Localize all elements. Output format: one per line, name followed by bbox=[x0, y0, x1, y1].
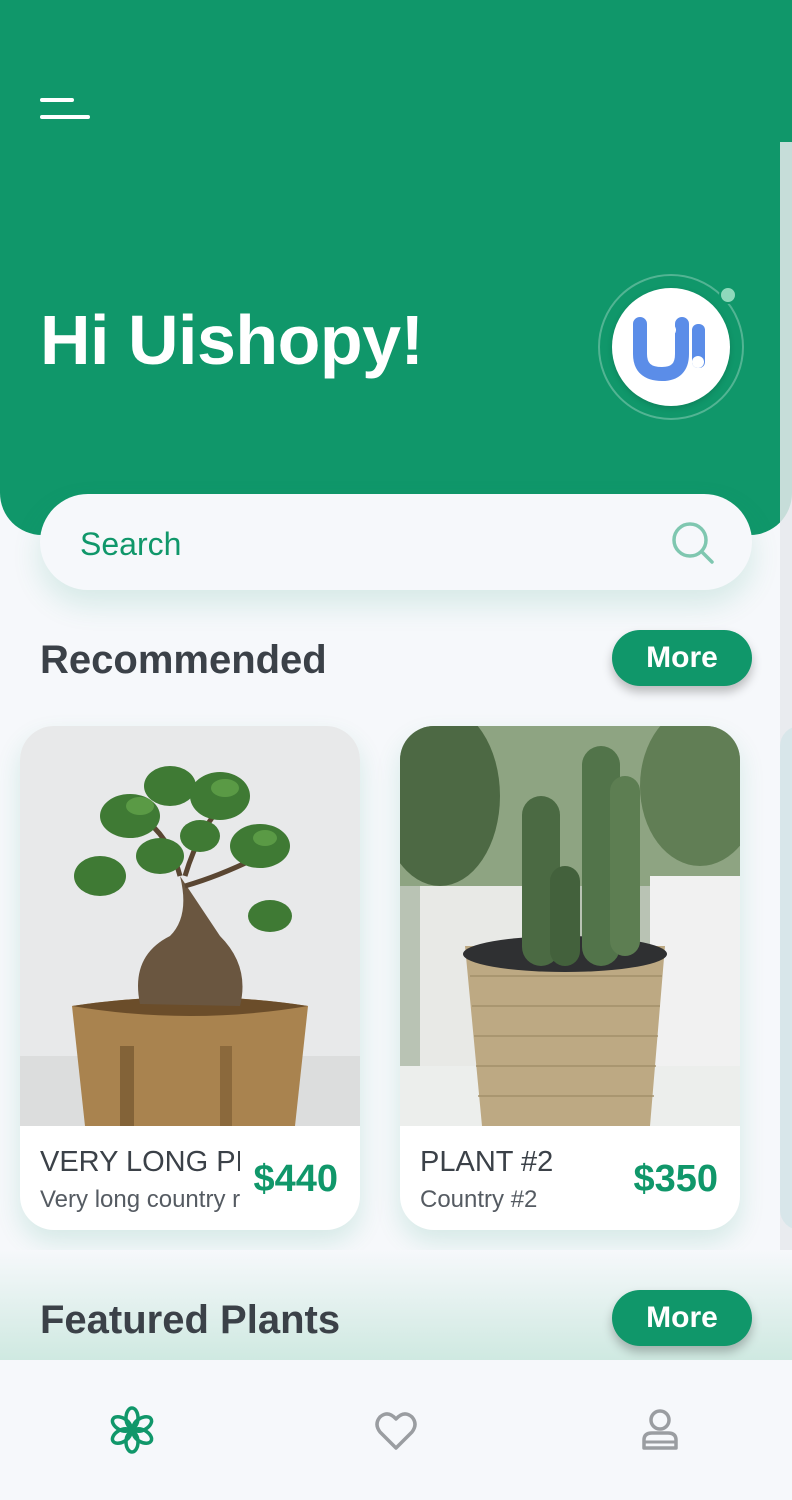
cactus-plant-image bbox=[400, 726, 740, 1126]
hamburger-menu-icon[interactable] bbox=[40, 98, 92, 122]
featured-more-button[interactable]: More bbox=[612, 1290, 752, 1346]
search-input[interactable]: Search bbox=[80, 526, 181, 563]
heart-icon[interactable] bbox=[372, 1406, 420, 1454]
plant-price: $440 bbox=[253, 1158, 338, 1200]
plant-name: VERY LONG PL bbox=[40, 1146, 240, 1178]
ui-logo-icon bbox=[633, 317, 705, 382]
bonsai-plant-image bbox=[20, 726, 360, 1126]
plant-card[interactable]: PLANT #2 Country #2 $350 bbox=[400, 726, 740, 1230]
plant-country: Very long country r bbox=[40, 1186, 240, 1213]
plant-card-partial[interactable] bbox=[780, 726, 792, 1230]
bottom-navigation bbox=[0, 1360, 792, 1500]
featured-title: Featured Plants bbox=[40, 1298, 341, 1342]
plant-price: $350 bbox=[633, 1158, 718, 1200]
search-icon[interactable] bbox=[670, 520, 716, 566]
avatar[interactable] bbox=[612, 288, 730, 406]
plant-country: Country #2 bbox=[420, 1186, 538, 1213]
recommended-more-button[interactable]: More bbox=[612, 630, 752, 686]
online-status-dot bbox=[719, 286, 737, 304]
recommended-title: Recommended bbox=[40, 638, 327, 682]
user-icon[interactable] bbox=[636, 1406, 684, 1454]
search-bar[interactable]: Search bbox=[40, 494, 752, 590]
header: Hi Uishopy! bbox=[0, 0, 792, 535]
plant-card[interactable]: VERY LONG PL Very long country r $440 bbox=[20, 726, 360, 1230]
greeting-title: Hi Uishopy! bbox=[40, 301, 424, 379]
flower-icon[interactable] bbox=[108, 1406, 156, 1454]
plant-name: PLANT #2 bbox=[420, 1146, 554, 1178]
